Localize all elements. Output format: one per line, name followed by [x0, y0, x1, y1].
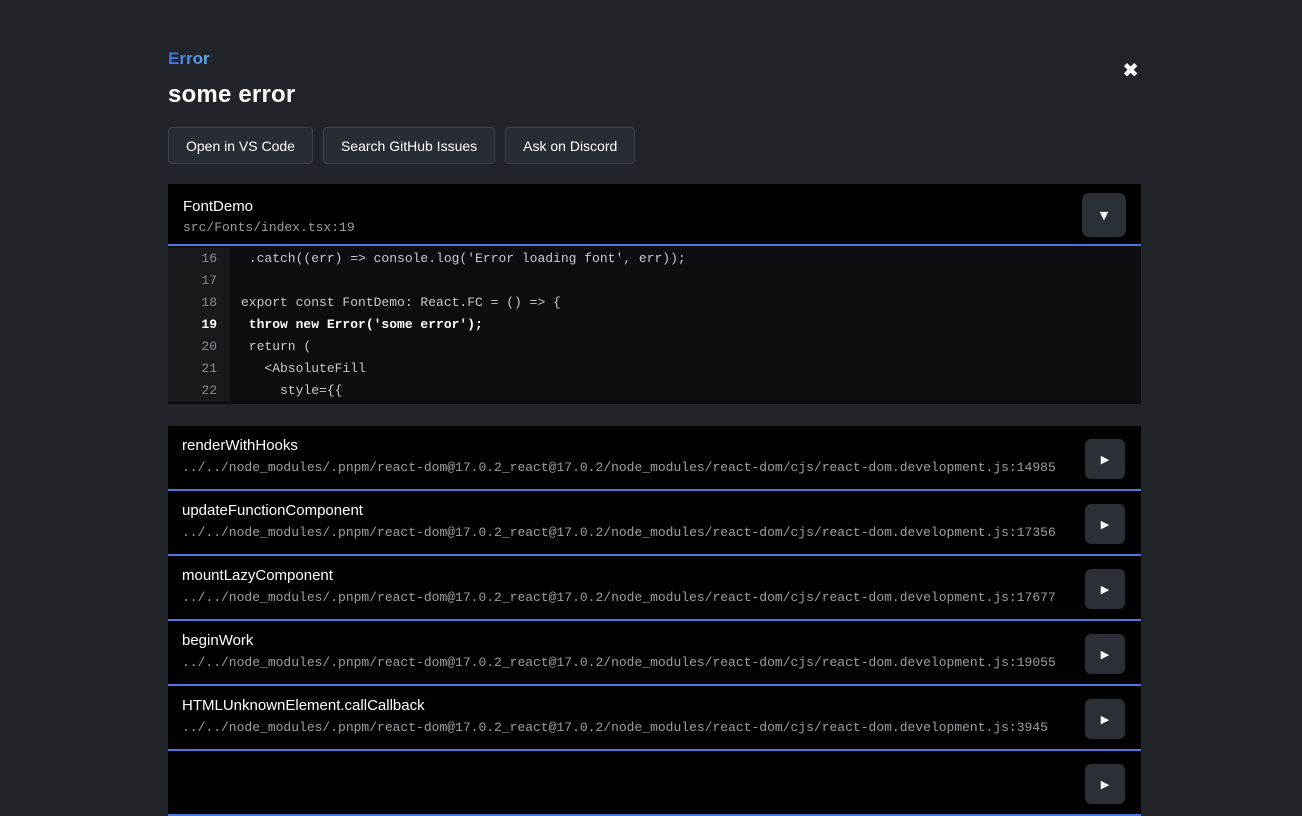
code-line: 17 — [168, 270, 1141, 292]
error-message: some error — [168, 81, 1141, 109]
code-frame-location: src/Fonts/index.tsx:19 — [183, 220, 355, 235]
code-text: .catch((err) => console.log('Error loadi… — [230, 248, 686, 270]
stack-frame-row-partial: ▶ — [168, 751, 1141, 816]
line-number: 17 — [168, 270, 230, 292]
error-overlay: Error some error Open in VS Code Search … — [168, 0, 1141, 816]
code-text: return ( — [230, 336, 311, 358]
stack-frame-function-name: updateFunctionComponent — [182, 502, 363, 519]
stack-frame-row: updateFunctionComponent ../../node_modul… — [168, 491, 1141, 556]
line-number: 20 — [168, 336, 230, 358]
action-button[interactable]: Ask on Discord — [505, 127, 635, 164]
expand-frame-icon[interactable]: ▶ — [1085, 439, 1125, 479]
expand-frame-icon[interactable]: ▶ — [1085, 764, 1125, 804]
code-line: 22 style={{ — [168, 380, 1141, 402]
stack-frame-row: beginWork ../../node_modules/.pnpm/react… — [168, 621, 1141, 686]
code-line: 18 export const FontDemo: React.FC = () … — [168, 292, 1141, 314]
stack-frame-row: HTMLUnknownElement.callCallback ../../no… — [168, 686, 1141, 751]
code-text — [230, 270, 241, 292]
stack-frame-location: ../../node_modules/.pnpm/react-dom@17.0.… — [182, 590, 1056, 605]
action-button[interactable]: Open in VS Code — [168, 127, 313, 164]
line-number: 19 — [168, 314, 230, 336]
code-line: 20 return ( — [168, 336, 1141, 358]
line-number: 16 — [168, 248, 230, 270]
code-text: <AbsoluteFill — [230, 358, 366, 380]
stack-frame-function-name: beginWork — [182, 632, 253, 649]
action-buttons-row: Open in VS Code Search GitHub Issues Ask… — [168, 127, 1141, 164]
chevron-down-icon[interactable]: ▼ — [1082, 193, 1126, 237]
stack-frame-function-name: HTMLUnknownElement.callCallback — [182, 697, 425, 714]
stack-frame-function-name: renderWithHooks — [182, 437, 298, 454]
stack-frame-location: ../../node_modules/.pnpm/react-dom@17.0.… — [182, 525, 1056, 540]
code-frame-panel: FontDemo src/Fonts/index.tsx:19 ▼ 16 .ca… — [168, 184, 1141, 404]
stack-frame-row: renderWithHooks ../../node_modules/.pnpm… — [168, 426, 1141, 491]
stack-frame-location: ../../node_modules/.pnpm/react-dom@17.0.… — [182, 460, 1056, 475]
stack-trace-list: renderWithHooks ../../node_modules/.pnpm… — [168, 426, 1141, 816]
code-frame-header: FontDemo src/Fonts/index.tsx:19 ▼ — [168, 184, 1141, 246]
code-line: 19 throw new Error('some error'); — [168, 314, 1141, 336]
code-line: 16 .catch((err) => console.log('Error lo… — [168, 248, 1141, 270]
code-text: throw new Error('some error'); — [230, 314, 483, 336]
code-frame-function-name: FontDemo — [183, 198, 253, 215]
expand-frame-icon[interactable]: ▶ — [1085, 504, 1125, 544]
expand-frame-icon[interactable]: ▶ — [1085, 634, 1125, 674]
line-number: 18 — [168, 292, 230, 314]
stack-frame-function-name: mountLazyComponent — [182, 567, 333, 584]
code-block: 16 .catch((err) => console.log('Error lo… — [168, 246, 1141, 404]
line-number: 22 — [168, 380, 230, 402]
line-number: 21 — [168, 358, 230, 380]
code-line: 21 <AbsoluteFill — [168, 358, 1141, 380]
stack-frame-location: ../../node_modules/.pnpm/react-dom@17.0.… — [182, 655, 1056, 670]
expand-frame-icon[interactable]: ▶ — [1085, 569, 1125, 609]
error-type-label: Error — [168, 49, 210, 69]
stack-frame-location: ../../node_modules/.pnpm/react-dom@17.0.… — [182, 720, 1048, 735]
code-text: export const FontDemo: React.FC = () => … — [230, 292, 561, 314]
code-text: style={{ — [230, 380, 342, 402]
expand-frame-icon[interactable]: ▶ — [1085, 699, 1125, 739]
action-button[interactable]: Search GitHub Issues — [323, 127, 495, 164]
stack-frame-row: mountLazyComponent ../../node_modules/.p… — [168, 556, 1141, 621]
